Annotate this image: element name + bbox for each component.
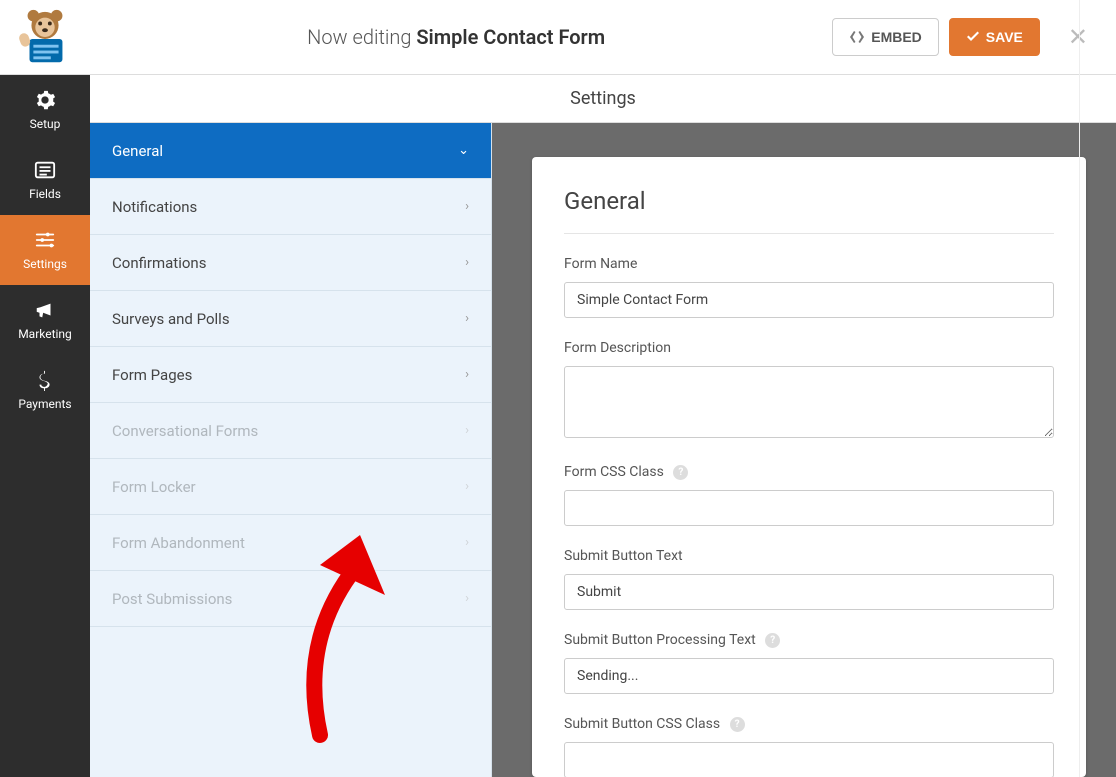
help-icon[interactable]: ? <box>730 717 745 732</box>
settings-heading: Settings <box>90 75 1116 123</box>
list-icon <box>34 159 56 181</box>
side-nav: Setup Fields Settings Marketing Payments <box>0 75 90 777</box>
label-form-name: Form Name <box>564 256 1054 272</box>
title-prefix: Now editing <box>307 25 411 49</box>
top-header: Now editing Simple Contact Form EMBED SA… <box>0 0 1116 75</box>
field-submit-button-text: Submit Button Text <box>564 548 1054 610</box>
label-form-css-class: Form CSS Class ? <box>564 464 1054 480</box>
panel-wrap: General Form Name Form Description Form … <box>492 123 1116 777</box>
label-form-description: Form Description <box>564 340 1054 356</box>
chevron-right-icon: › <box>465 367 469 382</box>
general-panel: General Form Name Form Description Form … <box>532 157 1086 777</box>
nav-marketing-label: Marketing <box>18 327 72 341</box>
input-form-description[interactable] <box>564 366 1054 438</box>
sliders-icon <box>34 229 56 251</box>
help-icon[interactable]: ? <box>765 633 780 648</box>
page-title: Now editing Simple Contact Form <box>90 25 822 49</box>
content-area: General ⌄ Notifications › Confirmations … <box>90 123 1116 777</box>
field-submit-processing: Submit Button Processing Text ? <box>564 632 1054 694</box>
submenu-conversational[interactable]: Conversational Forms › <box>90 403 491 459</box>
input-form-name[interactable] <box>564 282 1054 318</box>
label-submit-css-class: Submit Button CSS Class ? <box>564 716 1054 732</box>
help-icon[interactable]: ? <box>673 465 688 480</box>
check-icon <box>966 30 980 44</box>
panel-heading: General <box>564 187 1054 234</box>
nav-settings-label: Settings <box>23 257 67 271</box>
nav-marketing[interactable]: Marketing <box>0 285 90 355</box>
dollar-icon <box>34 369 56 391</box>
nav-setup-label: Setup <box>30 117 61 131</box>
submenu-notifications[interactable]: Notifications › <box>90 179 491 235</box>
chevron-right-icon: › <box>465 591 469 606</box>
chevron-right-icon: › <box>465 535 469 550</box>
submenu-surveys[interactable]: Surveys and Polls › <box>90 291 491 347</box>
megaphone-icon <box>34 299 56 321</box>
chevron-right-icon: › <box>465 423 469 438</box>
input-submit-css-class[interactable] <box>564 742 1054 777</box>
submenu-form-pages[interactable]: Form Pages › <box>90 347 491 403</box>
input-submit-button-text[interactable] <box>564 574 1054 610</box>
chevron-right-icon: › <box>465 199 469 214</box>
settings-submenu: General ⌄ Notifications › Confirmations … <box>90 123 492 777</box>
input-form-css-class[interactable] <box>564 490 1054 526</box>
save-label: SAVE <box>986 29 1023 45</box>
close-icon[interactable]: ✕ <box>1060 15 1096 59</box>
field-form-css-class: Form CSS Class ? <box>564 464 1054 526</box>
submenu-post-submissions[interactable]: Post Submissions › <box>90 571 491 627</box>
chevron-right-icon: › <box>465 255 469 270</box>
field-form-description: Form Description <box>564 340 1054 442</box>
nav-fields[interactable]: Fields <box>0 145 90 215</box>
nav-settings[interactable]: Settings <box>0 215 90 285</box>
nav-payments[interactable]: Payments <box>0 355 90 425</box>
embed-button[interactable]: EMBED <box>832 18 939 56</box>
submenu-form-locker[interactable]: Form Locker › <box>90 459 491 515</box>
nav-setup[interactable]: Setup <box>0 75 90 145</box>
submenu-form-abandonment[interactable]: Form Abandonment › <box>90 515 491 571</box>
title-form-name: Simple Contact Form <box>416 25 605 49</box>
nav-fields-label: Fields <box>29 187 61 201</box>
chevron-right-icon: › <box>465 479 469 494</box>
input-submit-processing[interactable] <box>564 658 1054 694</box>
chevron-right-icon: › <box>465 311 469 326</box>
field-submit-css-class: Submit Button CSS Class ? <box>564 716 1054 777</box>
app-logo <box>0 0 90 75</box>
nav-payments-label: Payments <box>18 397 71 411</box>
embed-label: EMBED <box>871 29 922 45</box>
gear-icon <box>34 89 56 111</box>
code-icon <box>849 30 865 44</box>
field-form-name: Form Name <box>564 256 1054 318</box>
submenu-confirmations[interactable]: Confirmations › <box>90 235 491 291</box>
label-submit-processing: Submit Button Processing Text ? <box>564 632 1054 648</box>
save-button[interactable]: SAVE <box>949 18 1040 56</box>
chevron-down-icon: ⌄ <box>458 143 469 158</box>
label-submit-button-text: Submit Button Text <box>564 548 1054 564</box>
submenu-general[interactable]: General ⌄ <box>90 123 491 179</box>
